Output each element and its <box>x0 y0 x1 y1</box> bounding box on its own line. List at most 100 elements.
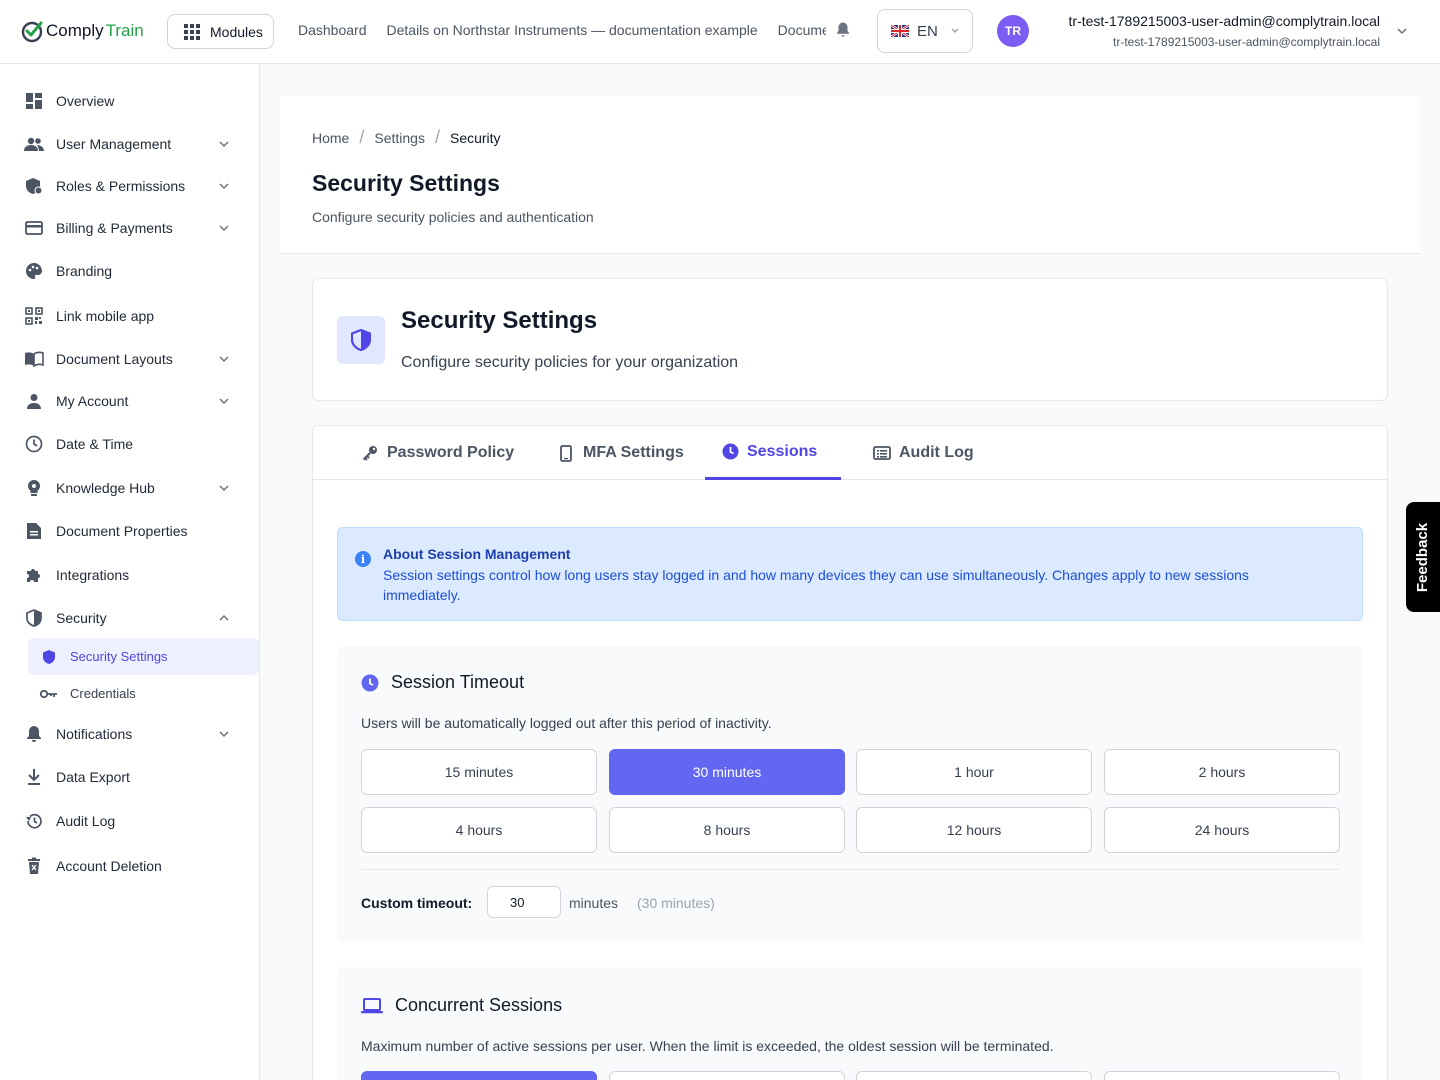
logo-check-icon <box>21 21 43 43</box>
concurrent-option[interactable] <box>856 1071 1092 1080</box>
feedback-button[interactable]: Feedback <box>1406 502 1440 612</box>
sidebar-item-link-mobile-app[interactable]: Link mobile app <box>0 296 259 336</box>
nav-link-documentation[interactable]: Documentation <box>778 22 826 42</box>
sidebar-item-audit-log[interactable]: Audit Log <box>0 801 259 841</box>
info-icon: i <box>355 551 371 567</box>
timeout-option[interactable]: 24 hours <box>1104 807 1340 853</box>
sidebar: Overview User Management Roles & Permiss… <box>0 64 260 1080</box>
sidebar-item-document-properties[interactable]: Document Properties <box>0 511 259 551</box>
chevron-up-icon <box>219 614 229 621</box>
key-icon <box>361 444 379 462</box>
phone-icon <box>557 444 575 462</box>
document-icon <box>24 521 44 541</box>
section-description: Maximum number of active sessions per us… <box>361 1038 1054 1054</box>
info-text: Session settings control how long users … <box>383 567 1249 603</box>
sidebar-item-data-export[interactable]: Data Export <box>0 757 259 797</box>
shield-icon <box>40 648 58 666</box>
sidebar-item-label: Branding <box>56 263 113 279</box>
list-icon <box>873 444 891 462</box>
timeout-option[interactable]: 12 hours <box>856 807 1092 853</box>
concurrent-sessions-section: Concurrent Sessions Maximum number of ac… <box>337 967 1363 1080</box>
tab-sessions[interactable]: Sessions <box>705 426 841 480</box>
sidebar-item-roles-permissions[interactable]: Roles & Permissions <box>0 166 259 206</box>
sidebar-item-integrations[interactable]: Integrations <box>0 555 259 595</box>
chevron-down-icon <box>219 183 229 190</box>
sidebar-item-label: Data Export <box>56 769 130 785</box>
chevron-down-icon <box>219 225 229 232</box>
session-timeout-section: Session Timeout Users will be automatica… <box>337 646 1363 943</box>
section-title: Session Timeout <box>391 672 525 692</box>
avatar[interactable]: TR <box>997 15 1029 47</box>
sidebar-item-notifications[interactable]: Notifications <box>0 714 259 754</box>
sidebar-subitem-credentials[interactable]: Credentials <box>28 675 259 712</box>
timeout-option-selected[interactable]: 30 minutes <box>609 749 845 795</box>
tab-mfa-settings[interactable]: MFA Settings <box>541 426 700 480</box>
sidebar-item-my-account[interactable]: My Account <box>0 381 259 421</box>
sidebar-item-label: My Account <box>56 393 129 409</box>
sidebar-item-knowledge-hub[interactable]: Knowledge Hub <box>0 468 259 508</box>
custom-timeout-label: Custom timeout: <box>361 895 473 911</box>
key-icon <box>40 685 58 703</box>
language-selector[interactable]: EN <box>877 9 973 53</box>
puzzle-icon <box>24 565 44 585</box>
custom-timeout-unit: minutes <box>569 895 619 911</box>
breadcrumb-home[interactable]: Home <box>312 130 349 146</box>
concurrent-option[interactable] <box>1104 1071 1340 1080</box>
chevron-down-icon <box>219 141 229 148</box>
grid-icon <box>184 23 200 40</box>
sidebar-item-document-layouts[interactable]: Document Layouts <box>0 339 259 379</box>
logo[interactable]: Comply Train <box>20 17 144 45</box>
concurrent-option[interactable] <box>609 1071 845 1080</box>
feedback-label: Feedback <box>1414 522 1432 592</box>
sidebar-item-overview[interactable]: Overview <box>0 81 259 121</box>
sidebar-subitem-security-settings[interactable]: Security Settings <box>28 638 259 675</box>
timeout-option[interactable]: 1 hour <box>856 749 1092 795</box>
breadcrumb-separator: / <box>359 127 365 147</box>
section-header: Session Timeout <box>361 672 524 693</box>
logo-text-comply: Comply <box>46 21 104 40</box>
page-subtitle: Configure security policies and authenti… <box>312 209 594 225</box>
tab-label: Audit Log <box>899 444 974 461</box>
custom-timeout-input[interactable] <box>487 886 561 918</box>
nav-link-details[interactable]: Details on Northstar Instruments — docum… <box>387 22 758 42</box>
modules-label: Modules <box>210 23 263 40</box>
page-title: Security Settings <box>312 170 500 196</box>
concurrent-option-selected[interactable] <box>361 1071 597 1080</box>
sidebar-item-user-management[interactable]: User Management <box>0 124 259 164</box>
sidebar-item-label: Knowledge Hub <box>56 480 155 496</box>
sidebar-item-label: Integrations <box>56 567 130 583</box>
timeout-option[interactable]: 2 hours <box>1104 749 1340 795</box>
sidebar-item-label: Roles & Permissions <box>56 178 186 194</box>
sidebar-item-label: Security <box>56 610 107 626</box>
security-hero-card: Security Settings Configure security pol… <box>312 278 1388 401</box>
clock-icon <box>24 434 44 454</box>
timeout-option[interactable]: 15 minutes <box>361 749 597 795</box>
sidebar-item-account-deletion[interactable]: Account Deletion <box>0 846 259 886</box>
timeout-option[interactable]: 8 hours <box>609 807 845 853</box>
tab-password-policy[interactable]: Password Policy <box>345 426 530 480</box>
page-header: Home / Settings / Security Security Sett… <box>280 96 1420 254</box>
section-header: Concurrent Sessions <box>361 995 562 1016</box>
bell-icon <box>24 724 44 744</box>
breadcrumb-settings[interactable]: Settings <box>374 130 425 146</box>
info-title: About Session Management <box>383 546 571 562</box>
sidebar-item-security[interactable]: Security <box>0 598 259 638</box>
person-icon <box>24 391 44 411</box>
timeout-option[interactable]: 4 hours <box>361 807 597 853</box>
section-description: Users will be automatically logged out a… <box>361 715 772 731</box>
tab-audit-log[interactable]: Audit Log <box>857 426 990 480</box>
hero-title: Security Settings <box>401 307 598 334</box>
bell-icon[interactable] <box>834 21 852 39</box>
user-menu-chevron-icon[interactable] <box>1396 25 1408 37</box>
user-name[interactable]: tr-test-1789215003-user-admin@complytrai… <box>1069 13 1380 29</box>
nav-link-dashboard[interactable]: Dashboard <box>298 22 367 42</box>
sidebar-item-date-time[interactable]: Date & Time <box>0 424 259 464</box>
sidebar-item-branding[interactable]: Branding <box>0 251 259 291</box>
breadcrumb-separator: / <box>434 127 440 147</box>
tab-label: Sessions <box>747 442 818 460</box>
divider <box>361 869 1339 870</box>
lightbulb-icon <box>24 478 44 498</box>
sidebar-item-billing-payments[interactable]: Billing & Payments <box>0 208 259 248</box>
modules-button[interactable]: Modules <box>167 14 274 49</box>
settings-tabs-card: Password Policy MFA Settings Sessions Au… <box>312 425 1388 1080</box>
